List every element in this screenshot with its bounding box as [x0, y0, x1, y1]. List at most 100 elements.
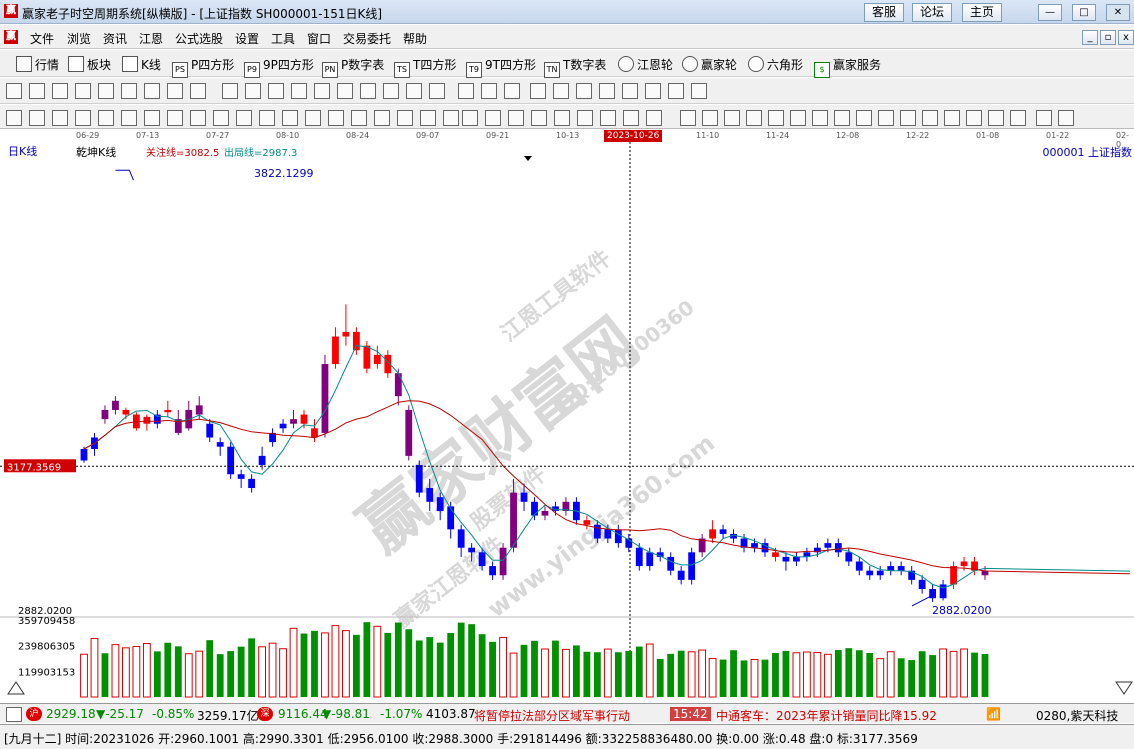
hexagon-button[interactable]: 六角形 [748, 56, 803, 73]
p-square-button[interactable]: PS P四方形 [172, 56, 234, 78]
candle-body[interactable] [688, 552, 696, 580]
candle-body[interactable] [489, 566, 496, 576]
util-tool-33-icon[interactable] [768, 110, 784, 126]
candle-body[interactable] [342, 331, 350, 337]
candle-body[interactable] [772, 552, 779, 557]
p-number-table-button[interactable]: PN P数字表 [322, 56, 384, 78]
quotes-button[interactable]: 行情 [16, 56, 59, 73]
support-button[interactable]: 客服 [864, 3, 904, 22]
candle-body[interactable] [541, 510, 549, 516]
util-tool-40-icon[interactable] [922, 110, 938, 126]
kline-chart[interactable]: 赢家财富网赢家江恩软件www.yingjia360.com江恩工具软件股票软件Q… [0, 142, 1134, 703]
candle-body[interactable] [373, 354, 381, 365]
home-button[interactable]: 主页 [962, 3, 1002, 22]
scroll-down-arrow-icon[interactable] [1115, 681, 1133, 695]
candle-body[interactable] [332, 336, 339, 365]
mdi-minimize-icon[interactable]: _ [1082, 30, 1098, 45]
util-tool-38-icon[interactable] [878, 110, 894, 126]
dropdown-arrow-icon[interactable] [524, 156, 532, 161]
draw-tool-14-icon[interactable] [337, 83, 353, 99]
candle-body[interactable] [845, 552, 853, 562]
util-tool-32-icon[interactable] [746, 110, 762, 126]
winner-service-button[interactable]: $ 赢家服务 [814, 56, 881, 78]
util-tool-16-icon[interactable] [374, 110, 390, 126]
util-tool-18-icon[interactable] [420, 110, 436, 126]
candle-body[interactable] [667, 556, 675, 571]
draw-tool-15-icon[interactable] [360, 83, 376, 99]
draw-tool-19-icon[interactable] [458, 83, 474, 99]
util-tool-5-icon[interactable] [121, 110, 137, 126]
mdi-restore-icon[interactable]: ▫ [1100, 30, 1116, 45]
candle-body[interactable] [80, 448, 88, 461]
util-tool-2-icon[interactable] [52, 110, 68, 126]
candle-body[interactable] [709, 529, 717, 539]
candle-body[interactable] [793, 556, 800, 562]
candle-body[interactable] [405, 409, 413, 456]
news-ticker-1[interactable]: 将暂停拉法部分区域军事行动 [474, 707, 630, 724]
util-tool-39-icon[interactable] [900, 110, 916, 126]
util-tool-12-icon[interactable] [282, 110, 298, 126]
winner-wheel-button[interactable]: 赢家轮 [682, 56, 737, 73]
candle-body[interactable] [436, 497, 444, 511]
candle-body[interactable] [510, 492, 517, 548]
draw-tool-4-icon[interactable] [98, 83, 114, 99]
candle-body[interactable] [824, 543, 832, 548]
draw-tool-13-icon[interactable] [314, 83, 330, 99]
util-tool-17-icon[interactable] [397, 110, 413, 126]
menu-file[interactable]: 文件 [30, 30, 54, 47]
util-tool-35-icon[interactable] [812, 110, 828, 126]
draw-tool-24-icon[interactable] [576, 83, 592, 99]
util-tool-24-icon[interactable] [554, 110, 570, 126]
candle-body[interactable] [415, 465, 423, 493]
util-tool-43-icon[interactable] [988, 110, 1004, 126]
draw-tool-12-icon[interactable] [291, 83, 307, 99]
util-tool-13-icon[interactable] [305, 110, 321, 126]
mdi-close-icon[interactable]: x [1118, 30, 1134, 45]
candle-body[interactable] [164, 409, 172, 413]
draw-tool-26-icon[interactable] [622, 83, 638, 99]
candle-body[interactable] [897, 566, 905, 571]
candle-body[interactable] [122, 409, 130, 415]
util-tool-27-icon[interactable] [623, 110, 639, 126]
draw-tool-16-icon[interactable] [383, 83, 399, 99]
util-tool-0-icon[interactable] [6, 110, 22, 126]
close-icon[interactable]: ✕ [1106, 4, 1130, 21]
menu-browse[interactable]: 浏览 [67, 30, 91, 47]
candle-body[interactable] [290, 419, 297, 424]
candle-body[interactable] [321, 364, 329, 433]
util-tool-28-icon[interactable] [646, 110, 662, 126]
util-tool-6-icon[interactable] [144, 110, 160, 126]
scroll-up-arrow-icon[interactable] [7, 681, 25, 695]
draw-tool-23-icon[interactable] [553, 83, 569, 99]
candle-body[interactable] [614, 529, 622, 544]
candle-body[interactable] [834, 543, 842, 553]
util-tool-3-icon[interactable] [75, 110, 91, 126]
candle-body[interactable] [426, 488, 434, 502]
candle-body[interactable] [468, 547, 476, 553]
candle-body[interactable] [719, 529, 727, 534]
util-tool-36-icon[interactable] [834, 110, 850, 126]
draw-tool-1-icon[interactable] [29, 83, 45, 99]
candle-body[interactable] [206, 423, 214, 438]
candle-body[interactable] [363, 345, 371, 369]
util-tool-8-icon[interactable] [190, 110, 206, 126]
candle-body[interactable] [635, 547, 643, 567]
draw-tool-17-icon[interactable] [406, 83, 422, 99]
candle-body[interactable] [646, 552, 654, 567]
menu-formula[interactable]: 公式选股 [175, 30, 223, 47]
util-tool-11-icon[interactable] [259, 110, 275, 126]
sector-button[interactable]: 板块 [68, 56, 111, 73]
draw-tool-8-icon[interactable] [190, 83, 206, 99]
candle-body[interactable] [855, 561, 863, 571]
util-tool-4-icon[interactable] [98, 110, 114, 126]
maximize-icon[interactable]: □ [1072, 4, 1096, 21]
util-tool-26-icon[interactable] [600, 110, 616, 126]
util-tool-10-icon[interactable] [236, 110, 252, 126]
candle-body[interactable] [751, 543, 758, 548]
candle-body[interactable] [478, 552, 486, 567]
menu-tools[interactable]: 工具 [271, 30, 295, 47]
candle-body[interactable] [593, 524, 601, 539]
util-tool-29-icon[interactable] [680, 110, 696, 126]
util-tool-37-icon[interactable] [856, 110, 872, 126]
draw-tool-11-icon[interactable] [268, 83, 284, 99]
